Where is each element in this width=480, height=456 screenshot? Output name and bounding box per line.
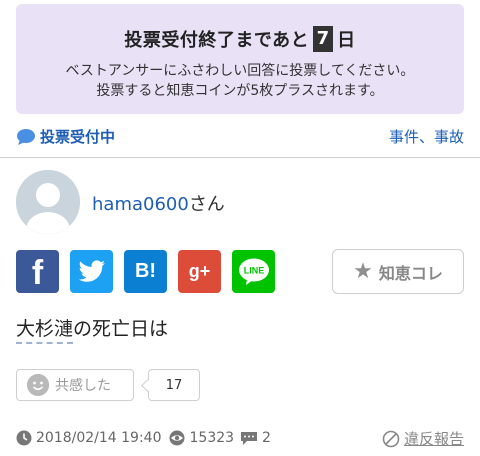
comment-icon (241, 432, 258, 445)
question-text: 大杉漣の死亡日は (16, 314, 169, 344)
twitter-bird-icon (78, 259, 105, 282)
days-remaining: 7 (313, 26, 334, 52)
status-row: 投票受付中 事件、事故 (16, 126, 464, 146)
smiley-icon (27, 374, 49, 396)
eye-icon (169, 430, 184, 446)
banner-title-before: 投票受付終了まであと (124, 30, 310, 51)
avatar[interactable] (16, 170, 80, 234)
hatena-bookmark-button[interactable]: B! (124, 250, 167, 293)
report-link[interactable]: 違反報告 (382, 428, 464, 449)
prohibited-icon (382, 430, 400, 447)
answer-count-text: 2 (262, 430, 271, 446)
voting-status-label: 投票受付中 (40, 128, 116, 146)
googleplus-share-button[interactable]: g+ (178, 250, 221, 293)
view-count-text: 15323 (189, 430, 235, 446)
question-meta: 2018/02/14 19:40 15323 2 違反報告 (16, 428, 464, 448)
username-suffix: さん (188, 194, 225, 215)
category-link[interactable]: 事件、事故 (389, 126, 464, 147)
chiekore-label: 知恵コレ (378, 263, 443, 283)
hatena-icon: B! (134, 260, 157, 282)
view-count: 15323 (168, 430, 235, 446)
line-share-button[interactable]: LINE (232, 250, 275, 293)
user-silhouette-icon (16, 170, 80, 234)
datetime-text: 2018/02/14 19:40 (36, 430, 162, 446)
clock-icon (16, 430, 32, 446)
question-rest: の死亡日は (73, 318, 169, 340)
empathy-button[interactable]: 共感した (16, 369, 134, 401)
question-keyword-link[interactable]: 大杉漣 (16, 318, 74, 344)
speech-bubble-icon (16, 128, 36, 146)
banner-title: 投票受付終了まであと 7 日 (16, 26, 464, 54)
posted-datetime: 2018/02/14 19:40 (16, 430, 162, 446)
banner-instruction: ベストアンサーにふさわしい回答に投票してください。 (65, 63, 415, 79)
answer-count[interactable]: 2 (240, 430, 271, 446)
facebook-icon: f (31, 254, 44, 292)
twitter-share-button[interactable] (70, 250, 113, 293)
voting-status: 投票受付中 (16, 126, 115, 147)
line-glyph-text: LINE (243, 265, 264, 275)
empathy-label: 共感した (55, 378, 111, 394)
report-label: 違反報告 (403, 430, 464, 448)
chiekore-button[interactable]: ★ 知恵コレ (332, 249, 464, 294)
share-buttons: f B! g+ LINE (16, 250, 275, 294)
googleplus-icon: g+ (188, 261, 211, 281)
username: hama0600さん (92, 190, 225, 216)
line-icon: LINE (238, 258, 269, 285)
star-icon: ★ (353, 259, 373, 284)
empathy-count: 17 (148, 369, 200, 401)
banner-title-after: 日 (337, 30, 356, 51)
banner-reward-note: 投票すると知恵コインが5枚プラスされます。 (96, 83, 384, 99)
username-link[interactable]: hama0600 (92, 194, 189, 215)
divider (0, 157, 480, 158)
vote-deadline-banner: 投票受付終了まであと 7 日 ベストアンサーにふさわしい回答に投票してください。 投… (16, 4, 464, 114)
facebook-share-button[interactable]: f (16, 250, 59, 293)
